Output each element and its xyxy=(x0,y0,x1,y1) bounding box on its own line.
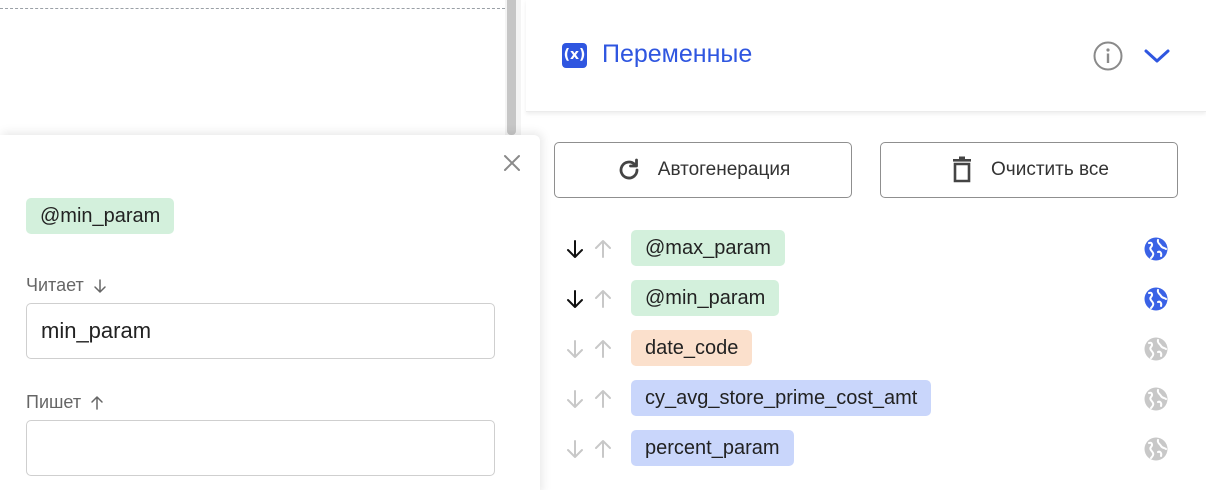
arrow-down-icon xyxy=(94,278,106,293)
write-arrow-up-icon[interactable] xyxy=(592,288,614,310)
writes-input[interactable] xyxy=(26,420,495,476)
chevron-down-icon[interactable] xyxy=(1142,44,1172,68)
globe-icon[interactable] xyxy=(1143,236,1169,262)
variable-row[interactable]: date_code xyxy=(526,330,1206,370)
panel-title: Переменные xyxy=(602,40,753,68)
variables-panel-header[interactable]: (x) Переменные xyxy=(526,0,1206,112)
read-arrow-down-icon[interactable] xyxy=(564,338,586,360)
trash-icon xyxy=(953,156,972,183)
autogenerate-button[interactable]: Автогенерация xyxy=(554,142,852,198)
variable-row[interactable]: cy_avg_store_prime_cost_amt xyxy=(526,380,1206,420)
clear-all-button[interactable]: Очистить все xyxy=(880,142,1178,198)
close-icon[interactable] xyxy=(500,151,524,175)
reads-label: Читает xyxy=(26,275,108,296)
variable-chip[interactable]: @min_param xyxy=(631,280,780,316)
autogenerate-button-label: Автогенерация xyxy=(657,159,791,180)
variable-row[interactable]: percent_param xyxy=(526,430,1206,470)
popup-variable-chip: @min_param xyxy=(26,198,175,234)
variable-icon: (x) xyxy=(562,43,587,68)
clear-all-button-label: Очистить все xyxy=(991,159,1109,180)
info-icon[interactable] xyxy=(1092,40,1124,72)
globe-icon[interactable] xyxy=(1143,436,1169,462)
write-arrow-up-icon[interactable] xyxy=(592,438,614,460)
canvas-scrollbar-thumb[interactable] xyxy=(507,0,516,135)
variable-row[interactable]: @max_param xyxy=(526,230,1206,270)
arrow-up-icon xyxy=(91,395,103,410)
read-arrow-down-icon[interactable] xyxy=(564,388,586,410)
variables-panel: (x) Переменные Автогенерация Очистить вс… xyxy=(526,0,1206,490)
variable-chip[interactable]: @max_param xyxy=(631,230,785,266)
write-arrow-up-icon[interactable] xyxy=(592,338,614,360)
variable-row[interactable]: @min_param xyxy=(526,280,1206,320)
variable-chip[interactable]: cy_avg_store_prime_cost_amt xyxy=(631,380,932,416)
writes-label-text: Пишет xyxy=(26,392,82,412)
canvas-dashed-border xyxy=(0,8,505,9)
variable-chip[interactable]: percent_param xyxy=(631,430,794,466)
reads-input[interactable] xyxy=(26,303,495,359)
read-arrow-down-icon[interactable] xyxy=(564,288,586,310)
variable-chip[interactable]: date_code xyxy=(631,330,753,366)
globe-icon[interactable] xyxy=(1143,286,1169,312)
write-arrow-up-icon[interactable] xyxy=(592,388,614,410)
canvas-area xyxy=(0,0,505,135)
reads-label-text: Читает xyxy=(26,275,84,295)
globe-icon[interactable] xyxy=(1143,386,1169,412)
globe-icon[interactable] xyxy=(1143,336,1169,362)
read-arrow-down-icon[interactable] xyxy=(564,238,586,260)
write-arrow-up-icon[interactable] xyxy=(592,238,614,260)
read-arrow-down-icon[interactable] xyxy=(564,438,586,460)
refresh-icon xyxy=(619,158,639,180)
writes-label: Пишет xyxy=(26,392,105,413)
variable-details-popup: @min_param Читает Пишет xyxy=(0,135,540,490)
